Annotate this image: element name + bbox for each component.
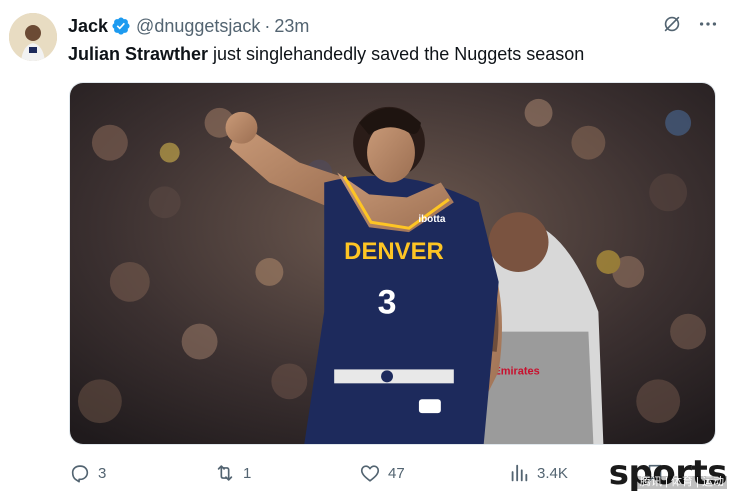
retweet-button[interactable]: 1 <box>214 459 251 487</box>
views-button[interactable]: 3.4K <box>508 459 568 487</box>
analytics-bar-icon <box>511 464 528 482</box>
more-icon[interactable] <box>697 13 719 35</box>
jersey-number-text: 3 <box>378 284 397 322</box>
sports-watermark: sports 腾讯 | 体育 | 运动 <box>609 447 728 490</box>
tweet-text-body: just singlehandedly saved the Nuggets se… <box>208 44 585 64</box>
retweet-icon <box>217 465 233 481</box>
reply-count: 3 <box>98 464 107 482</box>
author-handle[interactable]: @dnuggetsjack <box>136 16 260 37</box>
tweet-media-photo[interactable]: Emirates DENVER 3 ibotta <box>69 82 716 445</box>
reply-button[interactable]: 3 <box>69 459 106 487</box>
view-count: 3.4K <box>537 464 568 482</box>
jersey-sponsor-text: ibotta <box>418 214 446 225</box>
tweet-text: Julian Strawther just singlehandedly sav… <box>68 42 584 66</box>
like-button[interactable]: 47 <box>359 459 405 487</box>
tweet-text-mention: Julian Strawther <box>68 44 209 64</box>
tweet-header: Jack @dnuggetsjack · 23m <box>68 14 309 38</box>
tweet-timestamp[interactable]: 23m <box>274 16 309 37</box>
grok-icon[interactable] <box>661 13 683 35</box>
reply-icon <box>71 465 89 483</box>
author-avatar[interactable] <box>9 13 57 61</box>
header-actions <box>661 13 719 35</box>
avatar-image <box>9 13 57 61</box>
watermark-sub-text: 腾讯 | 体育 | 运动 <box>637 476 727 489</box>
jersey-team-text: DENVER <box>344 238 444 265</box>
basketball-player-photo: Emirates DENVER 3 ibotta <box>70 83 715 444</box>
like-count: 47 <box>388 464 405 482</box>
heart-icon <box>360 465 380 482</box>
author-name[interactable]: Jack <box>68 16 108 37</box>
header-separator: · <box>264 15 271 36</box>
verified-badge-icon <box>112 17 130 35</box>
referee-patch-text: Emirates <box>493 365 539 377</box>
retweet-count: 1 <box>243 464 252 482</box>
